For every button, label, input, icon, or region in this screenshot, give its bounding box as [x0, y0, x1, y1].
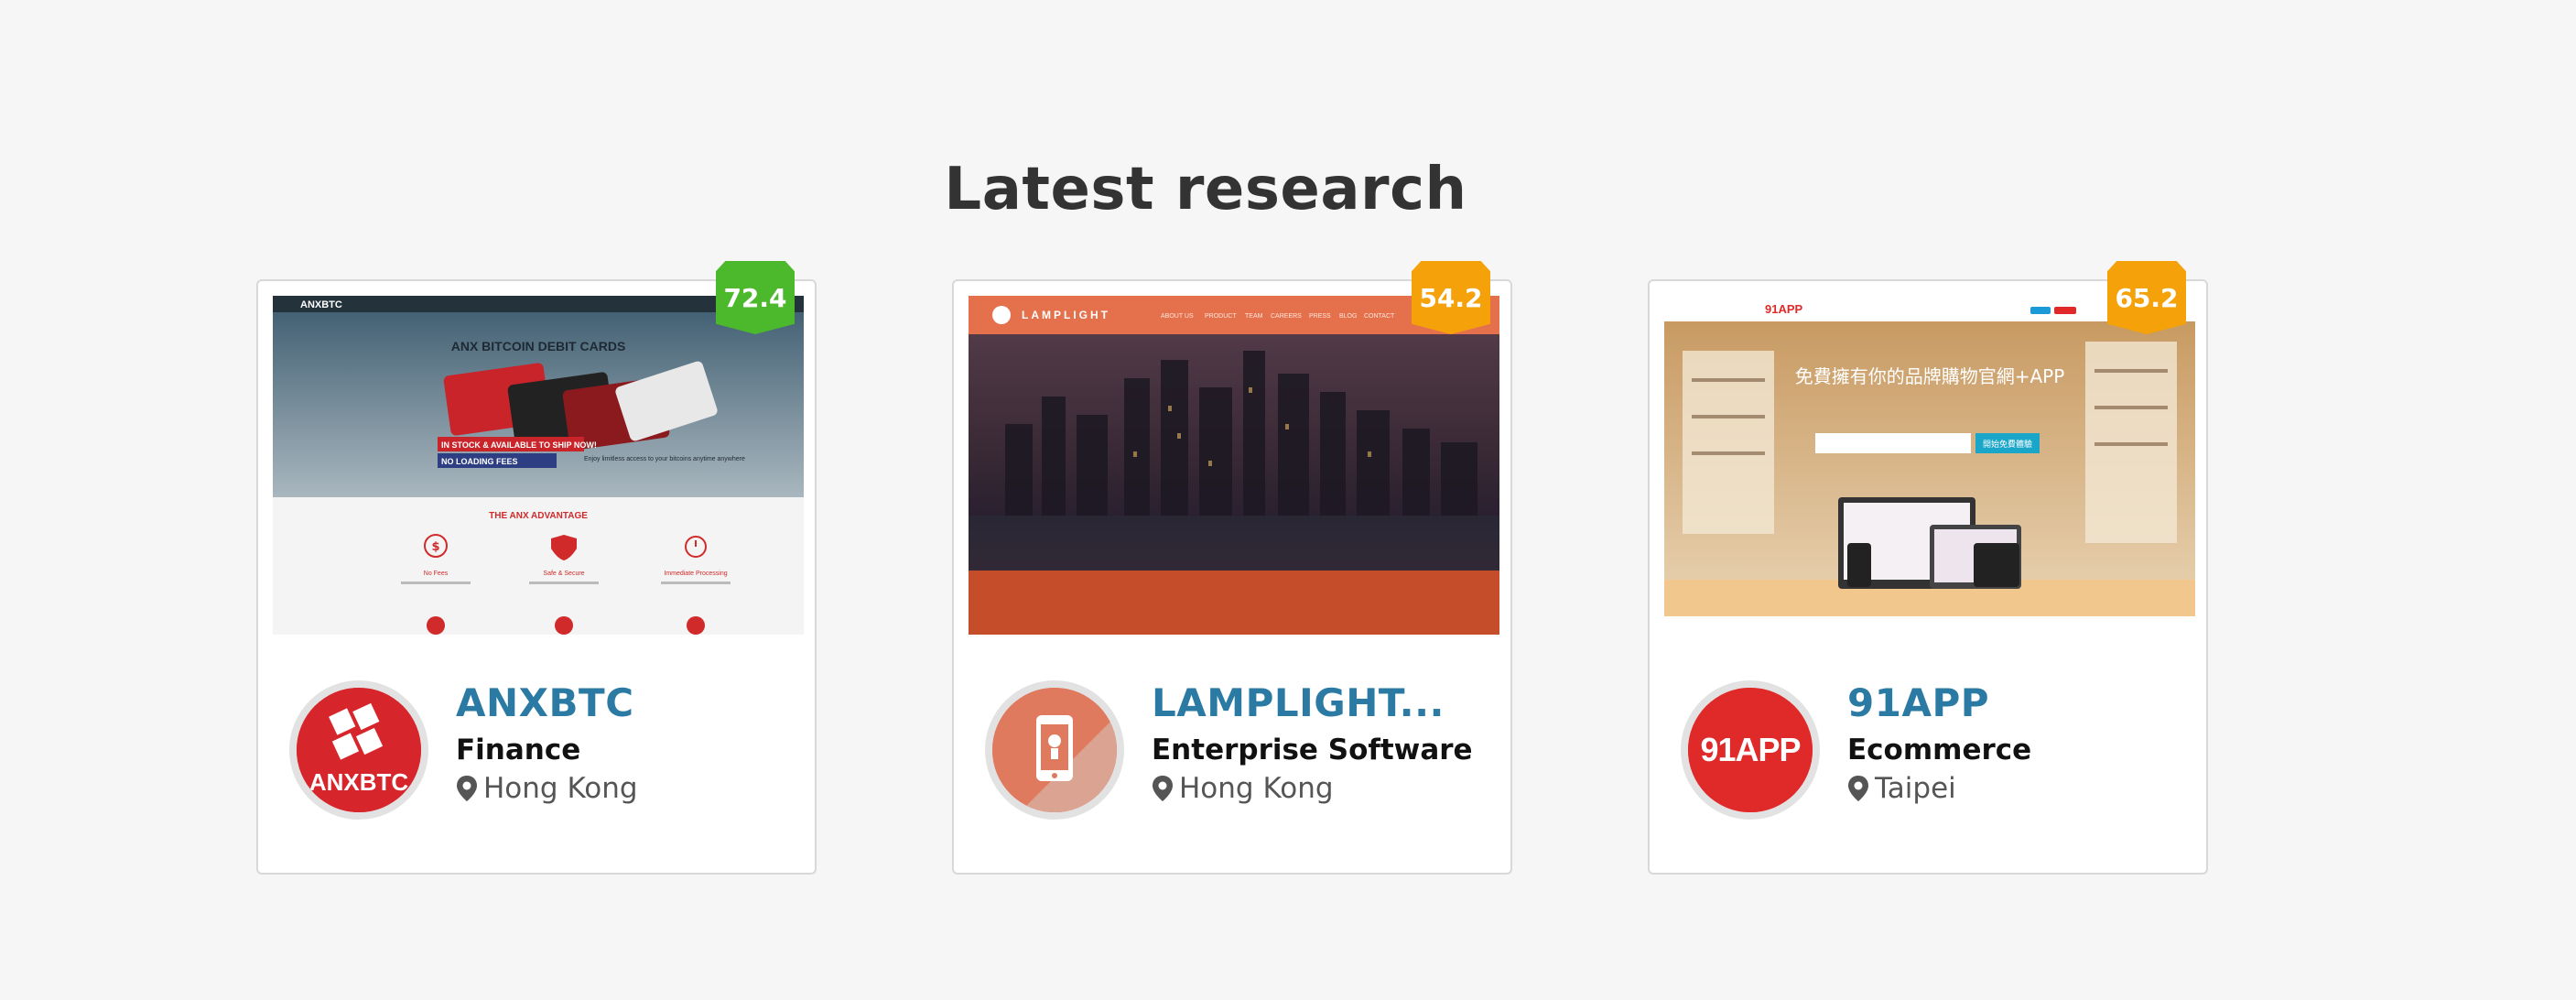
site-button: 開始免費體驗 [1983, 439, 2032, 450]
site-ribbon1: IN STOCK & AVAILABLE TO SHIP NOW! [441, 440, 597, 450]
company-category: Ecommerce [1847, 734, 2032, 766]
company-name[interactable]: LAMPLIGHT... [1152, 680, 1490, 725]
site-brand: LAMPLIGHT [1022, 309, 1110, 321]
company-logo[interactable]: ANXBTC [289, 680, 428, 820]
91app-site-preview: 91APP 免費擁有你的品牌購物官網+APP 開始免費體驗 [1664, 296, 2195, 635]
location-pin-icon [457, 776, 477, 801]
lamplight-site-preview: LAMPLIGHT ABOUT US PRODUCT TEAM CAREERS … [969, 296, 1499, 635]
site-heading: ANX BITCOIN DEBIT CARDS [451, 339, 626, 353]
nav-2: PRODUCT [1205, 313, 1237, 320]
company-name[interactable]: ANXBTC [456, 680, 795, 725]
feature-3: Immediate Processing [664, 571, 727, 577]
website-screenshot[interactable]: LAMPLIGHT ABOUT US PRODUCT TEAM CAREERS … [969, 296, 1499, 635]
score-badge: 65.2 [2107, 261, 2186, 334]
site-brand: 91APP [1765, 302, 1803, 316]
logo-text: ANXBTC [309, 768, 409, 796]
company-location: Hong Kong [456, 772, 638, 805]
location-text: Taipei [1875, 772, 1956, 805]
site-headline: 免費擁有你的品牌購物官網+APP [1795, 365, 2065, 387]
website-screenshot[interactable]: 91APP 免費擁有你的品牌購物官網+APP 開始免費體驗 [1664, 296, 2195, 635]
logo-text: 91APP [1700, 731, 1800, 768]
nav-3: TEAM [1245, 313, 1263, 320]
anxbtc-site-preview: ANXBTC ANX BITCOIN DEBIT CARDS IN STOCK … [273, 296, 804, 635]
research-card-anxbtc[interactable]: 72.4 ANXBTC ANX BITCOIN DEBIT CARDS IN S… [256, 261, 817, 875]
company-location: Hong Kong [1152, 772, 1334, 805]
phone-logo-icon [992, 688, 1117, 812]
91app-logo-icon: 91APP [1688, 688, 1813, 812]
nav-1: ABOUT US [1161, 313, 1194, 320]
company-logo[interactable]: 91APP [1681, 680, 1820, 820]
nav-5: PRESS [1309, 313, 1331, 320]
nav-7: CONTACT [1364, 313, 1395, 320]
score-badge: 54.2 [1412, 261, 1490, 334]
research-card-lamplight[interactable]: 54.2 LAMPLIGHT ABOUT US PRODUCT TEAM CAR… [952, 261, 1512, 875]
svg-text:$: $ [431, 540, 439, 554]
company-logo[interactable] [985, 680, 1124, 820]
anxbtc-logo-icon: ANXBTC [297, 688, 421, 812]
anxbtc-site-brand: ANXBTC [300, 299, 342, 310]
location-text: Hong Kong [1179, 772, 1334, 805]
nav-4: CAREERS [1271, 313, 1302, 320]
company-name[interactable]: 91APP [1847, 680, 2186, 725]
site-caption: Enjoy limitless access to your bitcoins … [584, 456, 745, 462]
website-screenshot[interactable]: ANXBTC ANX BITCOIN DEBIT CARDS IN STOCK … [273, 296, 804, 635]
research-card-91app[interactable]: 65.2 91APP 免費擁有你的品牌購物官網+APP 開始免費體驗 91APP… [1648, 261, 2208, 875]
section-title: Latest research [944, 156, 1467, 223]
location-pin-icon [1848, 776, 1868, 801]
score-badge: 72.4 [716, 261, 795, 334]
site-advantage: THE ANX ADVANTAGE [489, 511, 588, 521]
site-ribbon2: NO LOADING FEES [441, 457, 518, 466]
location-text: Hong Kong [483, 772, 638, 805]
company-category: Enterprise Software [1152, 734, 1473, 766]
location-pin-icon [1153, 776, 1173, 801]
feature-1: No Fees [424, 571, 449, 577]
nav-6: BLOG [1339, 313, 1357, 320]
company-category: Finance [456, 734, 581, 766]
company-location: Taipei [1847, 772, 1956, 805]
feature-2: Safe & Secure [543, 571, 584, 577]
